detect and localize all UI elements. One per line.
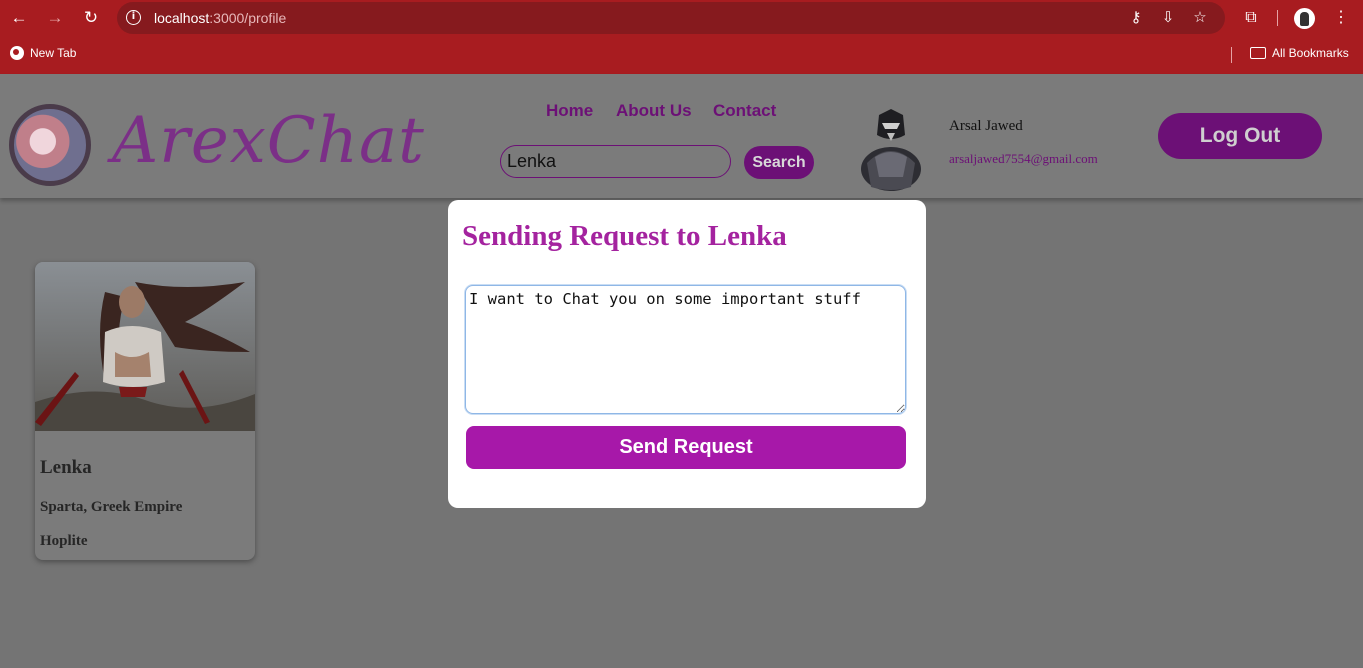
reload-icon[interactable]: ↻ [80,7,102,29]
bookmarks-bar: New Tab All Bookmarks [0,36,1363,74]
search-button[interactable]: Search [744,146,814,179]
card-role: Hoplite [40,533,88,549]
info-icon[interactable]: i [126,10,141,25]
browser-toolbar: ← → ↻ i localhost:3000/profile ⚷ ⇩ ☆ ⧉ ⋮ [0,0,1363,36]
logo-icon [9,104,91,186]
profile-avatar-icon[interactable] [1294,8,1315,29]
profile-photo [35,262,255,431]
back-icon[interactable]: ← [8,7,30,29]
toolbar-divider [1277,10,1278,26]
forward-icon[interactable]: → [44,7,66,29]
nav-about-link[interactable]: About Us [616,101,692,121]
user-email: arsaljawed7554@gmail.com [949,151,1098,166]
bookmarks-divider [1231,47,1232,63]
send-request-button[interactable]: Send Request [466,426,906,469]
user-name: Arsal Jawed [949,118,1023,134]
search-input[interactable] [500,145,731,178]
globe-icon [10,46,24,60]
extensions-icon[interactable]: ⧉ [1240,7,1262,29]
profile-card[interactable]: Lenka Sparta, Greek Empire Hoplite [35,262,255,560]
user-avatar[interactable] [857,107,925,193]
folder-icon [1250,47,1266,59]
key-icon[interactable]: ⚷ [1126,8,1146,28]
all-bookmarks-label: All Bookmarks [1272,46,1349,60]
request-modal: Sending Request to Lenka I want to Chat … [448,200,926,508]
card-location: Sparta, Greek Empire [40,499,183,515]
bookmark-new-tab[interactable]: New Tab [10,46,76,60]
app-header: ArexChat Home About Us Contact Search Ar… [0,74,1363,198]
address-bar[interactable]: i localhost:3000/profile ⚷ ⇩ ☆ [117,2,1225,34]
install-icon[interactable]: ⇩ [1158,8,1178,28]
logo-text: ArexChat [112,104,425,178]
nav-home-link[interactable]: Home [546,101,593,121]
logout-button[interactable]: Log Out [1158,113,1322,159]
message-textarea[interactable]: I want to Chat you on some important stu… [465,285,906,414]
card-name: Lenka [40,457,92,478]
all-bookmarks[interactable]: All Bookmarks [1250,46,1349,60]
star-icon[interactable]: ☆ [1190,8,1210,28]
bookmark-new-tab-label: New Tab [30,46,77,60]
url-text: localhost:3000/profile [154,10,287,26]
menu-icon[interactable]: ⋮ [1330,7,1352,29]
modal-title: Sending Request to Lenka [462,220,787,252]
nav-contact-link[interactable]: Contact [713,101,776,121]
